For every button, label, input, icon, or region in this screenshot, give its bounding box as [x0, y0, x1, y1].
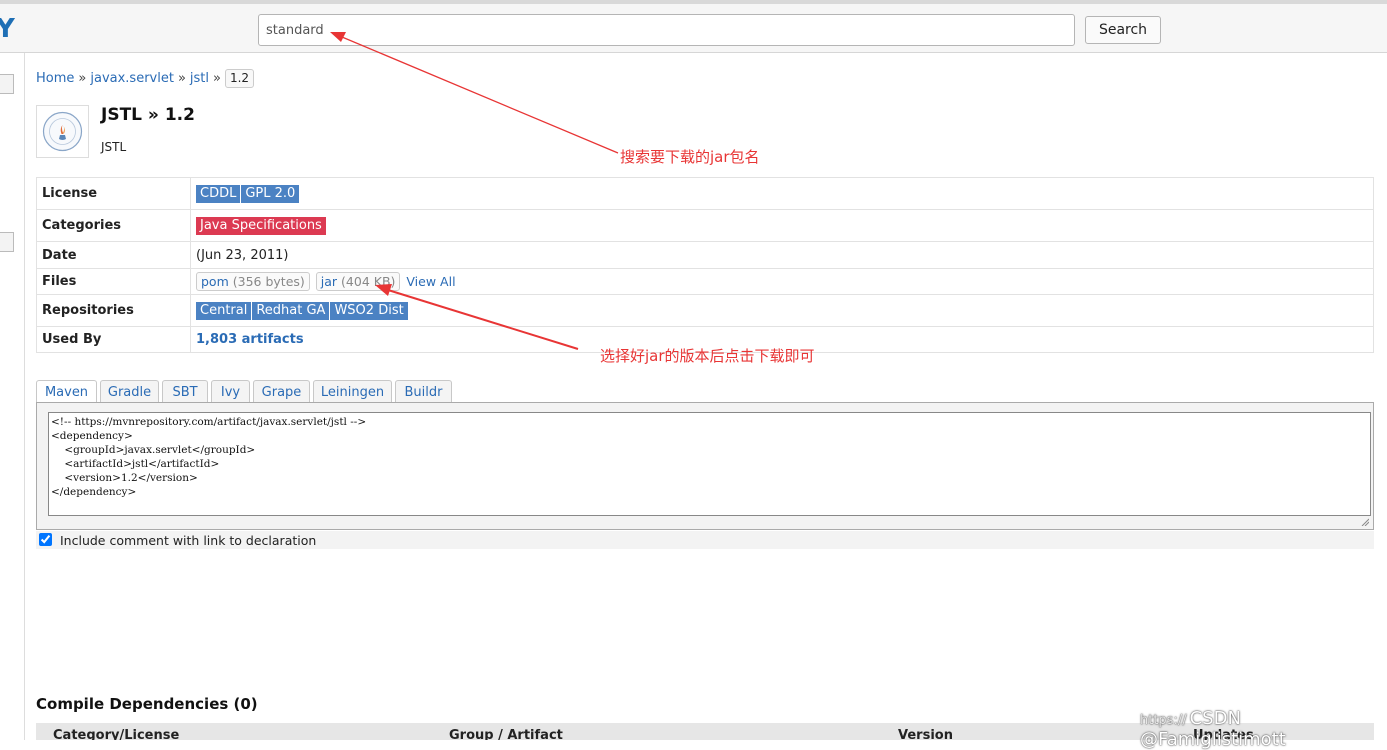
- annotation-jar-note: 选择好jar的版本后点击下载即可: [600, 347, 815, 365]
- arrowhead-icon: [375, 284, 392, 296]
- annotation-arrows: [330, 32, 619, 350]
- annotation-search-note: 搜索要下载的jar包名: [620, 148, 760, 166]
- watermark-prefix: https://: [1140, 713, 1187, 728]
- watermark: https://CSDN @Famiglistimott: [1140, 708, 1387, 750]
